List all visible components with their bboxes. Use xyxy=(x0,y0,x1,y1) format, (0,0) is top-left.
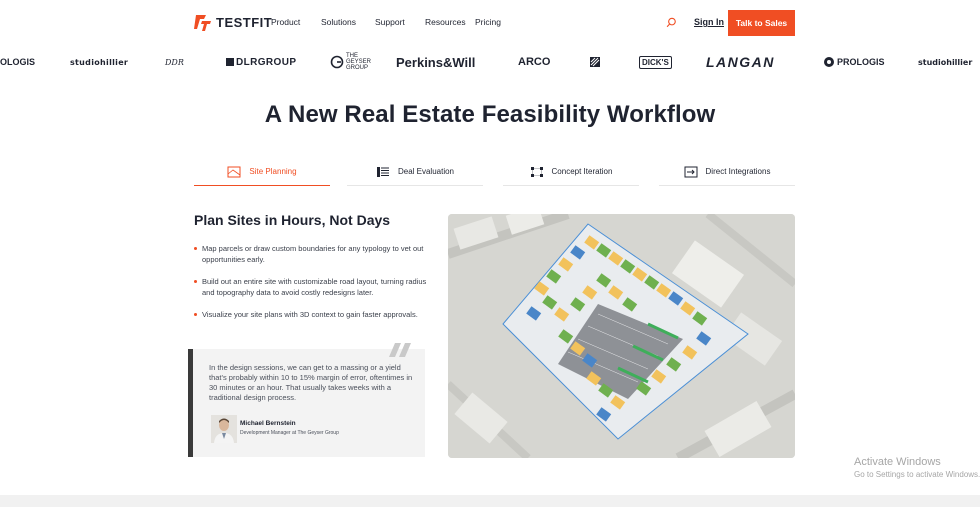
geyser-g-icon xyxy=(330,55,344,69)
client-logo: studiohillier xyxy=(70,50,128,74)
nav-link-pricing[interactable]: Pricing xyxy=(475,17,501,27)
client-logo-text: DICK'S xyxy=(639,55,672,69)
nav-link-resources[interactable]: Resources xyxy=(425,17,466,27)
dlr-square-icon xyxy=(226,58,234,66)
grid-icon xyxy=(530,166,543,177)
client-logo: LANGAN xyxy=(706,50,775,74)
client-logo: THE GEYSER GROUP xyxy=(330,50,372,74)
client-logo: studiohillier xyxy=(918,50,972,74)
tab-site-planning[interactable]: Site Planning xyxy=(194,158,330,186)
sign-in-link[interactable]: Sign In xyxy=(694,17,724,27)
testimonial-card: In the design sessions, we can get to a … xyxy=(188,343,425,457)
tab-label: Concept Iteration xyxy=(551,167,613,176)
testimonial-role: Development Manager at The Geyser Group xyxy=(240,430,339,436)
client-logo-text: DDR xyxy=(165,57,184,67)
client-logo-text: Perkins&Will xyxy=(396,54,476,70)
nav-link-solutions[interactable]: Solutions xyxy=(321,17,356,27)
bullet-item: Visualize your site plans with 3D contex… xyxy=(194,309,434,320)
logo-text: TESTFIT xyxy=(216,14,273,30)
client-logo-text: THE GEYSER GROUP xyxy=(346,53,372,71)
testfit-logo-icon xyxy=(194,15,211,31)
tab-label: Site Planning xyxy=(249,167,297,176)
client-logo-text: DLRGROUP xyxy=(236,56,297,68)
avatar xyxy=(211,415,237,443)
search-icon[interactable] xyxy=(666,17,677,28)
client-logo-text: PROLOGIS xyxy=(837,57,885,67)
client-logo-text: studiohillier xyxy=(70,57,129,67)
site-plan-image xyxy=(448,214,795,458)
tab-label: Direct Integrations xyxy=(705,167,771,176)
page-headline: A New Real Estate Feasibility Workflow xyxy=(264,101,716,128)
client-logo-strip: OLOGIS studiohillier DDR DLRGROUP THE GE… xyxy=(0,50,980,74)
client-logo-text: LANGAN xyxy=(706,54,775,70)
testimonial-text: In the design sessions, we can get to a … xyxy=(209,363,413,402)
feature-tabs: Site Planning Deal Evaluation Concept It… xyxy=(194,158,795,186)
list-icon xyxy=(376,166,389,177)
nav-link-support[interactable]: Support xyxy=(375,17,405,27)
activate-windows-title: Activate Windows xyxy=(854,456,941,468)
client-logo: PROLOGIS xyxy=(823,50,885,74)
top-nav: TESTFIT Product Solutions Support Resour… xyxy=(0,0,980,46)
bullet-item: Build out an entire site with customizab… xyxy=(194,276,434,298)
bullet-item: Map parcels or draw custom boundaries fo… xyxy=(194,243,434,265)
stripe-logo-icon xyxy=(590,57,600,67)
prologis-mark-icon xyxy=(824,57,834,67)
client-logo: Perkins&Will xyxy=(396,50,475,74)
tab-deal-evaluation[interactable]: Deal Evaluation xyxy=(347,158,483,186)
client-logo: DLRGROUP xyxy=(226,50,296,74)
tab-concept-iteration[interactable]: Concept Iteration xyxy=(503,158,639,186)
parcel-icon xyxy=(227,166,241,177)
client-logo: OLOGIS xyxy=(0,50,35,74)
person-photo-icon xyxy=(211,415,237,443)
client-logo: ARCO xyxy=(518,50,550,74)
client-logo: DICK'S xyxy=(639,50,672,74)
client-logo: DDR xyxy=(165,50,184,74)
activate-windows-subtitle: Go to Settings to activate Windows. xyxy=(854,470,980,479)
quote-mark-icon xyxy=(389,343,411,357)
tab-direct-integrations[interactable]: Direct Integrations xyxy=(659,158,795,186)
site-plan-illustration xyxy=(448,214,795,458)
talk-to-sales-button[interactable]: Talk to Sales xyxy=(728,10,795,36)
testimonial-name: Michael Bernstein xyxy=(240,420,296,427)
client-logo xyxy=(589,50,601,74)
tab-label: Deal Evaluation xyxy=(397,167,455,176)
client-logo-text: studiohillier xyxy=(918,57,973,67)
next-section-band xyxy=(0,495,980,507)
feature-bullets: Map parcels or draw custom boundaries fo… xyxy=(194,243,434,331)
section-title: Plan Sites in Hours, Not Days xyxy=(194,212,391,228)
client-logo-text: OLOGIS xyxy=(0,57,36,67)
nav-link-product[interactable]: Product xyxy=(271,17,300,27)
testfit-logo[interactable]: TESTFIT xyxy=(194,12,272,32)
integration-icon xyxy=(684,166,698,177)
client-logo-text: ARCO xyxy=(518,56,551,68)
